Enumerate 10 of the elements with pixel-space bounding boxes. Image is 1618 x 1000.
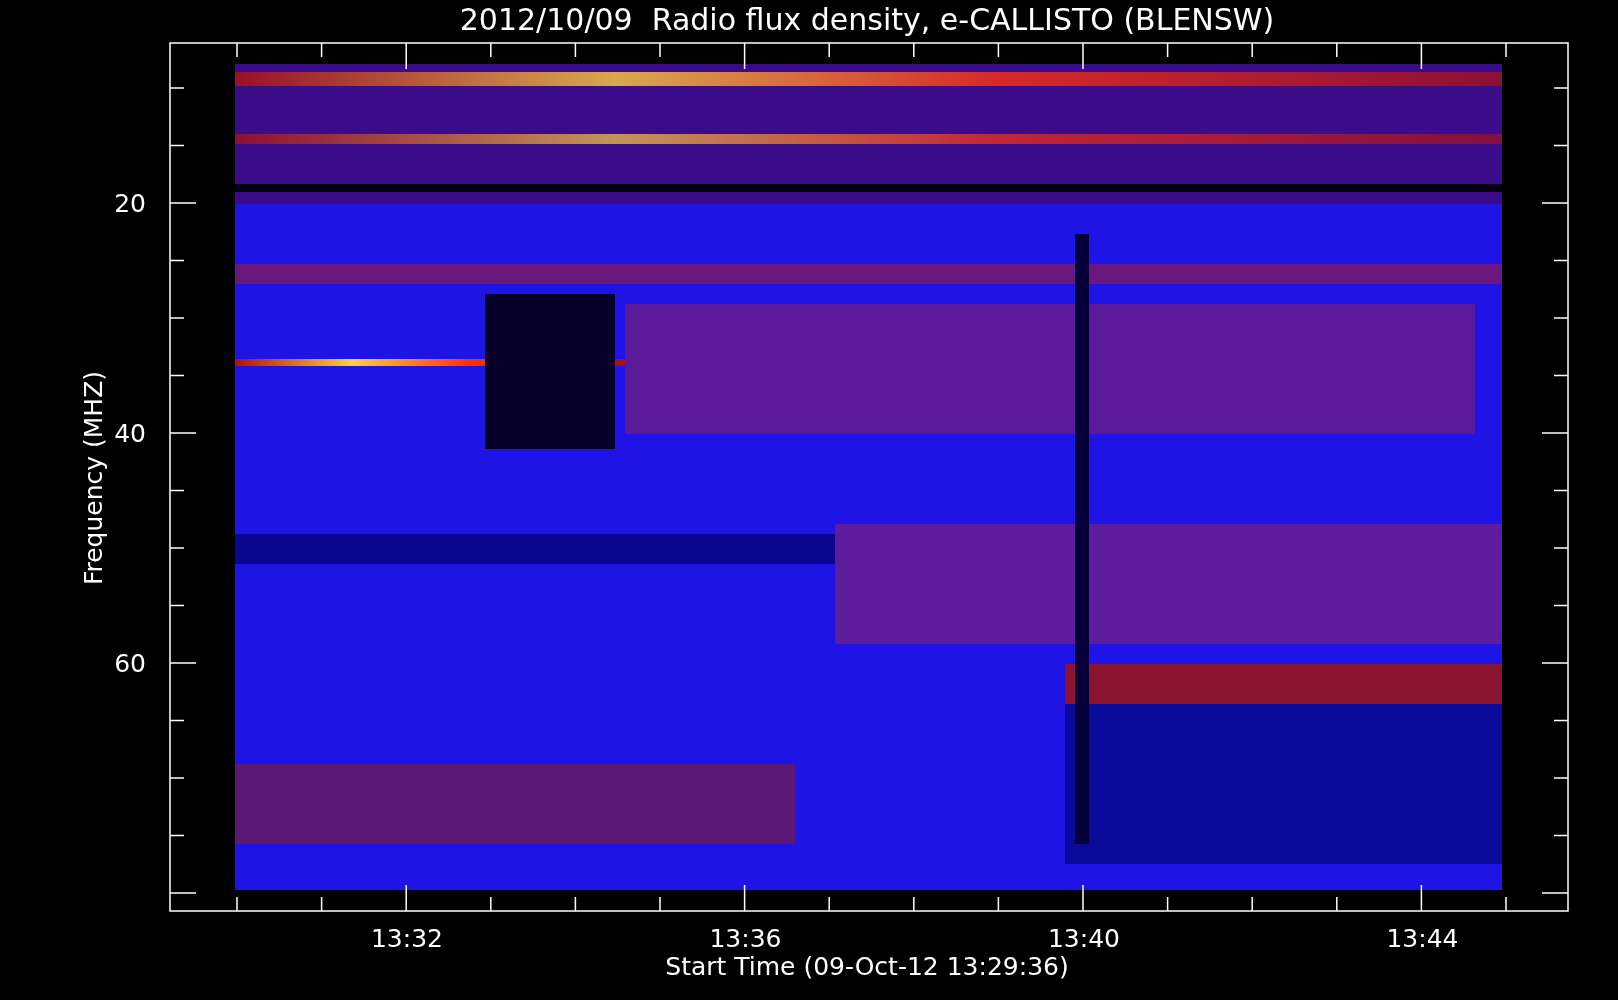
y-tick-label: 60 — [114, 649, 146, 678]
x-tick-label: 13:44 — [1386, 924, 1459, 953]
y-axis-label: Frequency (MHZ) — [79, 370, 108, 586]
y-tick-label: 40 — [114, 419, 146, 448]
y-tick-label: 20 — [114, 189, 146, 218]
x-tick-label: 13:40 — [1048, 924, 1120, 953]
x-tick-label: 13:32 — [371, 924, 443, 953]
x-tick-label: 13:36 — [709, 924, 782, 953]
chart-title: 2012/10/09 Radio flux density, e-CALLISTO (BLENSW) — [459, 2, 1275, 37]
x-axis-label: Start Time (09-Oct-12 13:29:36) — [665, 952, 1069, 981]
